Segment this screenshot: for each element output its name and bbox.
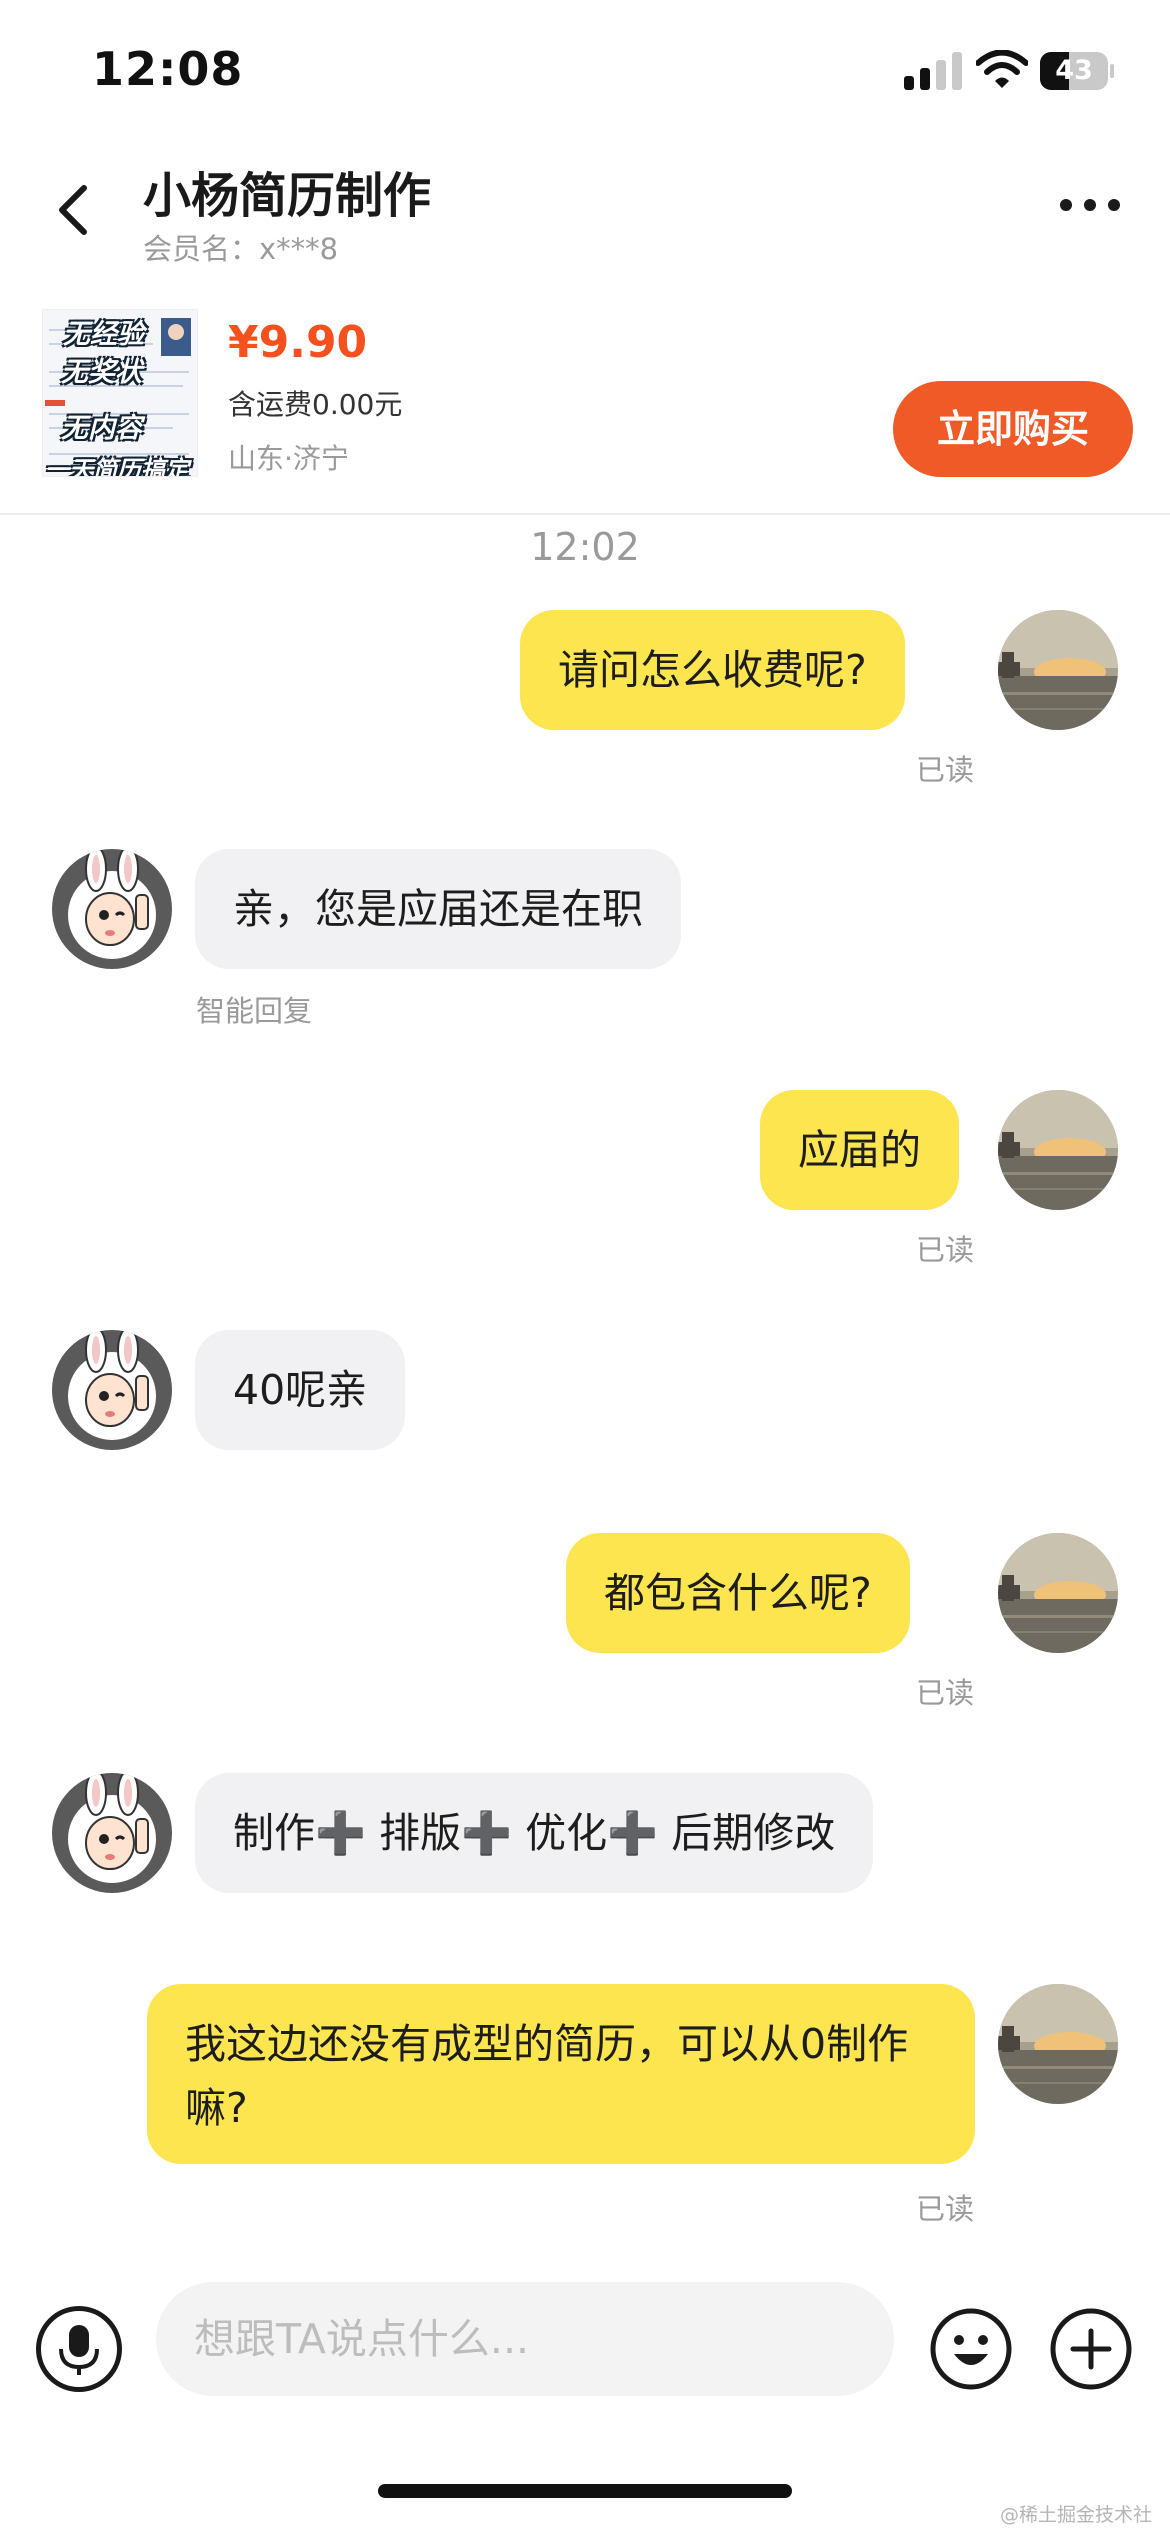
status-bar: 12:08 43 (0, 0, 1170, 150)
message-bubble[interactable]: 40呢亲 (195, 1330, 406, 1450)
read-status: 已读 (916, 1676, 975, 1710)
thumb-line: 一天简历搞定 (45, 456, 189, 477)
product-location: 山东·济宁 (228, 442, 349, 475)
chat-timestamp: 12:02 (530, 525, 640, 569)
message-bubble[interactable]: 应届的 (760, 1090, 959, 1210)
voice-input-button[interactable] (36, 2306, 122, 2392)
member-name: 会员名：x***8 (143, 232, 339, 266)
seller-avatar[interactable] (52, 1330, 172, 1450)
status-time: 12:08 (92, 42, 244, 96)
read-status: 已读 (916, 2192, 975, 2226)
battery-icon: 43 (1040, 52, 1114, 90)
divider (0, 513, 1170, 515)
seller-avatar[interactable] (52, 849, 172, 969)
my-avatar[interactable] (998, 1533, 1118, 1653)
product-shipping: 含运费0.00元 (228, 388, 403, 421)
shop-title: 小杨简历制作 (143, 168, 432, 224)
back-button[interactable] (40, 170, 110, 250)
product-thumbnail[interactable]: 无经验 无奖状 无内容 一天简历搞定 (42, 309, 198, 477)
my-avatar[interactable] (998, 1984, 1118, 2104)
battery-level: 43 (1055, 55, 1093, 86)
message-bubble[interactable]: 请问怎么收费呢? (520, 610, 905, 730)
message-bubble[interactable]: 亲，您是应届还是在职 (195, 849, 681, 969)
product-card[interactable]: 无经验 无奖状 无内容 一天简历搞定 ¥9.90 含运费0.00元 山东·济宁 … (0, 295, 1170, 510)
cellular-signal-icon (904, 52, 962, 90)
product-price: ¥9.90 (228, 317, 368, 368)
chat-header: 小杨简历制作 会员名：x***8 (0, 150, 1170, 280)
more-actions-button[interactable] (1048, 2306, 1134, 2392)
more-options-button[interactable] (1050, 180, 1130, 230)
message-input[interactable] (156, 2282, 894, 2396)
message-bubble[interactable]: 我这边还没有成型的简历，可以从0制作嘛? (147, 1984, 975, 2164)
message-bubble[interactable]: 都包含什么呢? (566, 1533, 910, 1653)
thumb-line: 无奖状 (61, 357, 142, 388)
input-bar (0, 2270, 1170, 2410)
watermark: @稀土掘金技术社区 (1000, 2504, 1153, 2532)
emoji-button[interactable] (928, 2306, 1014, 2392)
home-indicator[interactable] (378, 2484, 792, 2498)
auto-reply-label: 智能回复 (196, 994, 313, 1028)
buy-now-button[interactable]: 立即购买 (893, 381, 1133, 477)
microphone-icon (59, 2325, 99, 2375)
my-avatar[interactable] (998, 1090, 1118, 1210)
read-status: 已读 (916, 753, 975, 787)
my-avatar[interactable] (998, 610, 1118, 730)
seller-avatar[interactable] (52, 1773, 172, 1893)
wifi-icon (976, 50, 1028, 88)
read-status: 已读 (916, 1233, 975, 1267)
thumb-line: 无经验 (63, 319, 144, 350)
message-bubble[interactable]: 制作➕ 排版➕ 优化➕ 后期修改 (195, 1773, 874, 1893)
thumb-line: 无内容 (61, 413, 142, 444)
